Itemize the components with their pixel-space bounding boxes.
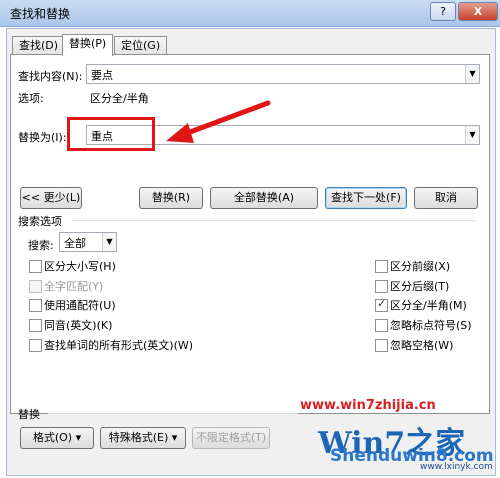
replace-dropdown-icon[interactable]: ▼ [465,126,479,144]
ignore-punct-checkbox[interactable] [375,319,388,332]
tab-replace[interactable]: 替换(P) [62,34,114,56]
all-word-forms-label: 查找单词的所有形式(英文)(W) [44,339,194,352]
match-width-checkbox[interactable] [375,297,388,312]
red-arrow-icon [166,100,271,143]
ignore-space-label: 忽略空格(W) [390,339,454,352]
ignore-space-checkbox[interactable] [375,339,388,352]
divider [72,220,476,221]
all-word-forms-checkbox[interactable] [29,339,42,352]
search-scope-label: 搜索: [28,239,54,252]
search-scope-select[interactable]: 全部 ▼ [59,232,117,252]
tab-find[interactable]: 查找(D) [12,36,66,55]
match-width-label: 区分全/半角(M) [390,299,467,312]
wildcards-checkbox[interactable] [29,299,42,312]
less-button[interactable]: << 更少(L) [20,187,82,209]
watermark-url: www.win7zhijia.cn [300,398,436,413]
match-case-label: 区分大小写(H) [44,260,116,273]
match-suffix-label: 区分后缀(T) [390,280,450,293]
wildcards-label: 使用通配符(U) [44,299,116,312]
search-scope-value: 全部 [64,237,86,250]
match-case-checkbox[interactable] [29,260,42,273]
replace-all-button[interactable]: 全部替换(A) [210,187,318,209]
whole-word-checkbox[interactable] [29,280,42,293]
replace-section-heading: 替换 [18,408,40,421]
tab-goto[interactable]: 定位(G) [114,36,168,55]
find-dropdown-icon[interactable]: ▼ [465,65,479,83]
replace-button[interactable]: 替换(R) [139,187,203,209]
format-button[interactable]: 格式(O) ▾ [20,427,94,449]
replace-label: 替换为(I): [18,131,67,144]
search-scope-dropdown-icon[interactable]: ▼ [102,233,116,251]
window-title: 查找和替换 [10,7,71,21]
help-button[interactable]: ? [430,2,456,21]
no-formatting-button[interactable]: 不限定格式(T) [192,427,270,449]
find-value: 要点 [91,69,113,82]
match-prefix-label: 区分前缀(X) [390,260,451,273]
sounds-like-label: 同音(英文)(K) [44,319,113,332]
close-button[interactable]: X [458,2,498,21]
ignore-punct-label: 忽略标点符号(S) [390,319,472,332]
find-label: 查找内容(N): [18,70,83,83]
options-value: 区分全/半角 [90,92,149,105]
whole-word-label: 全字匹配(Y) [44,280,104,293]
divider [48,413,298,414]
sounds-like-checkbox[interactable] [29,319,42,332]
highlight-box [67,117,155,151]
search-options-heading: 搜索选项 [18,215,62,228]
find-next-button[interactable]: 查找下一处(F) [325,187,407,209]
title-bar [0,0,500,27]
match-prefix-checkbox[interactable] [375,260,388,273]
special-format-button[interactable]: 特殊格式(E) ▾ [100,427,186,449]
watermark-site: www.lxinyk.com [420,462,493,472]
match-suffix-checkbox[interactable] [375,280,388,293]
cancel-button[interactable]: 取消 [414,187,478,209]
options-label: 选项: [18,92,44,105]
find-input[interactable]: 要点 ▼ [86,64,480,84]
